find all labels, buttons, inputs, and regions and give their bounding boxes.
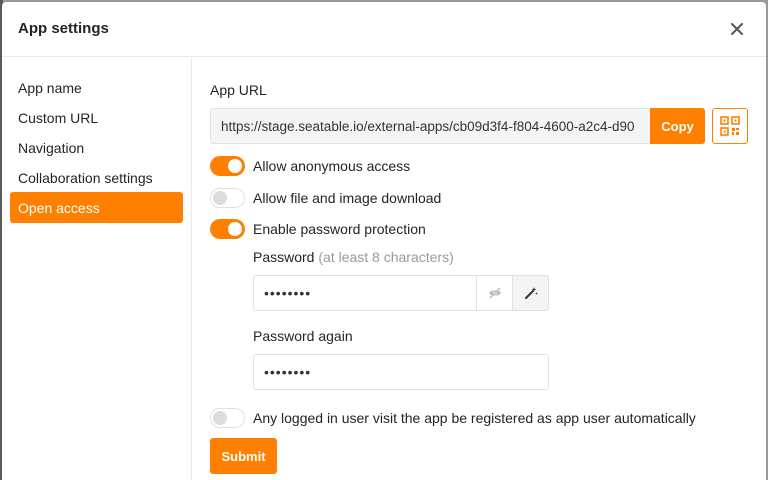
password-again-field[interactable]: •••••••• [253,354,549,390]
password-protection-label: Enable password protection [253,221,426,237]
eye-off-icon [488,287,501,299]
file-download-row: Allow file and image download [210,188,441,208]
app-settings-dialog: App settings App name Custom URL Navigat… [2,2,766,480]
password-hint: (at least 8 characters) [318,249,454,265]
password-protection-toggle[interactable] [210,219,245,239]
generate-password-button[interactable] [513,275,549,311]
auto-register-label: Any logged in user visit the app be regi… [253,410,696,426]
sidebar-item-collaboration-settings[interactable]: Collaboration settings [10,162,183,193]
password-label: Password (at least 8 characters) [253,249,549,265]
magic-wand-icon [524,287,537,299]
anonymous-access-toggle[interactable] [210,156,245,176]
toggle-knob [213,411,227,425]
close-button[interactable] [726,18,748,40]
qr-code-button[interactable] [712,108,748,144]
anonymous-access-row: Allow anonymous access [210,156,410,176]
app-url-field[interactable]: https://stage.seatable.io/external-apps/… [210,108,650,144]
password-section: Password (at least 8 characters) •••••••… [253,249,549,390]
dialog-header: App settings [2,2,766,57]
auto-register-toggle[interactable] [210,408,245,428]
auto-register-row: Any logged in user visit the app be regi… [210,408,696,428]
dialog-title: App settings [18,20,109,37]
settings-sidebar: App name Custom URL Navigation Collabora… [2,58,192,480]
toggle-knob [228,159,242,173]
close-icon [731,23,743,35]
copy-button[interactable]: Copy [650,108,705,144]
file-download-label: Allow file and image download [253,190,442,206]
anonymous-access-label: Allow anonymous access [253,158,411,174]
qr-code-icon [720,116,740,136]
toggle-knob [228,222,242,236]
submit-button[interactable]: Submit [210,438,277,474]
open-access-panel: App URL https://stage.seatable.io/extern… [210,58,760,480]
password-again-label: Password again [253,328,353,344]
toggle-visibility-button[interactable] [477,275,513,311]
sidebar-item-navigation[interactable]: Navigation [10,132,183,163]
file-download-toggle[interactable] [210,188,245,208]
password-protection-row: Enable password protection [210,219,426,239]
sidebar-item-open-access[interactable]: Open access [10,192,183,223]
app-url-row: https://stage.seatable.io/external-apps/… [210,108,748,144]
sidebar-item-app-name[interactable]: App name [10,72,183,103]
app-url-label: App URL [210,82,267,98]
toggle-knob [213,191,227,205]
password-group: •••••••• [253,275,549,311]
password-label-text: Password [253,249,315,265]
password-field[interactable]: •••••••• [253,275,477,311]
sidebar-item-custom-url[interactable]: Custom URL [10,102,183,133]
